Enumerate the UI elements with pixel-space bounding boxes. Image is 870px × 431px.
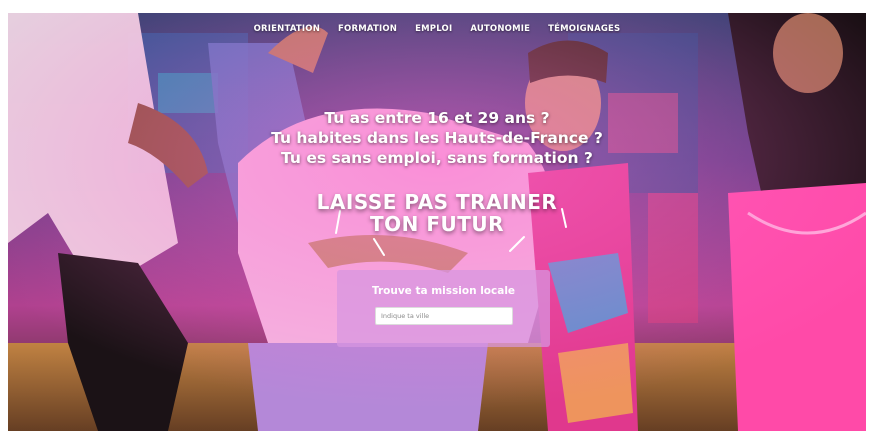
main-nav: ORIENTATION FORMATION EMPLOI AUTONOMIE T…: [8, 24, 866, 34]
nav-item-autonomie[interactable]: AUTONOMIE: [470, 24, 530, 34]
nav-item-emploi[interactable]: EMPLOI: [415, 24, 452, 34]
mission-locale-search-card: Trouve ta mission locale: [337, 270, 550, 347]
nav-item-temoignages[interactable]: TÉMOIGNAGES: [548, 24, 620, 34]
headline-line-status: Tu es sans emploi, sans formation ?: [281, 149, 593, 167]
page: ORIENTATION FORMATION EMPLOI AUTONOMIE T…: [0, 0, 870, 431]
search-card-title: Trouve ta mission locale: [371, 285, 516, 297]
nav-item-orientation[interactable]: ORIENTATION: [254, 24, 320, 34]
hero-headline: Tu as entre 16 et 29 ans ? Tu habites da…: [8, 108, 866, 168]
slogan: LAISSE PAS TRAINER TON FUTUR: [8, 191, 866, 235]
hero-banner: ORIENTATION FORMATION EMPLOI AUTONOMIE T…: [8, 13, 866, 431]
city-search-input[interactable]: [375, 307, 513, 325]
headline-line-age: Tu as entre 16 et 29 ans ?: [324, 109, 550, 127]
nav-item-formation[interactable]: FORMATION: [338, 24, 397, 34]
headline-line-region: Tu habites dans les Hauts-de-France ?: [271, 129, 603, 147]
slogan-line-2: TON FUTUR: [369, 212, 505, 236]
slogan-line-1: LAISSE PAS TRAINER: [316, 190, 558, 214]
